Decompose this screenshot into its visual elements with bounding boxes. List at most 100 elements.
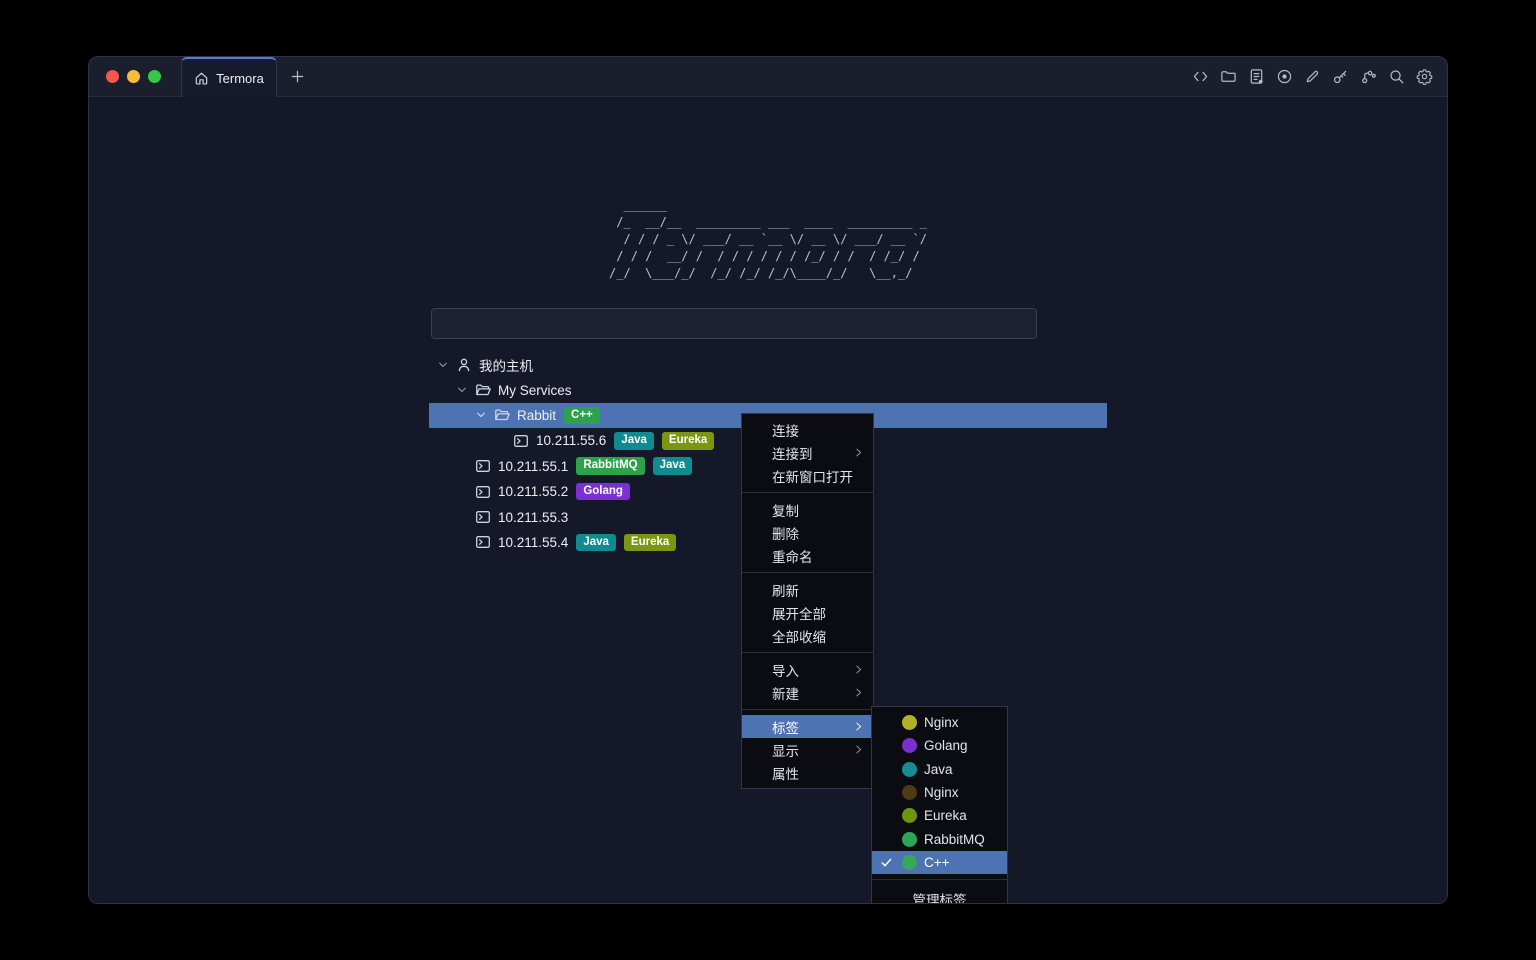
keychain-icon[interactable] — [1360, 68, 1377, 85]
menu-item[interactable]: 导入 — [742, 658, 873, 681]
tag-menu-item-label: Java — [924, 762, 953, 777]
arrow-right-icon — [853, 744, 864, 755]
arrow-right-icon — [853, 721, 864, 732]
manage-tags-item[interactable]: 管理标签 — [872, 885, 1007, 904]
edit-icon[interactable] — [1304, 68, 1321, 85]
menu-item[interactable]: 重命名 — [742, 544, 873, 567]
close-button[interactable] — [106, 70, 119, 83]
tag-menu-item[interactable]: RabbitMQ — [872, 827, 1007, 850]
key-icon[interactable] — [1332, 68, 1349, 85]
tag-menu-item[interactable]: Golang — [872, 734, 1007, 757]
menu-item-label: 属性 — [772, 763, 799, 783]
check-cell — [880, 763, 894, 776]
collapse-all-button[interactable] — [1080, 312, 1102, 334]
terminal-icon — [475, 509, 491, 525]
node-icon-cell — [475, 509, 494, 525]
menu-item[interactable]: 复制 — [742, 498, 873, 521]
terminal-icon — [513, 433, 529, 449]
tab-title: Termora — [216, 71, 264, 86]
tag-menu-item-label: C++ — [924, 855, 950, 870]
tag-menu-item[interactable]: Nginx — [872, 781, 1007, 804]
tag-submenu: Nginx Golang Java Nginx Eureka RabbitMQ C++ 管理标… — [871, 706, 1008, 904]
minimize-button[interactable] — [127, 70, 140, 83]
new-tab-button[interactable] — [277, 57, 317, 96]
menu-item-label: 全部收缩 — [772, 626, 826, 646]
terminal-icon — [475, 534, 491, 550]
tag-badge: Eureka — [662, 432, 714, 450]
tree-row-label: My Services — [498, 383, 572, 398]
tag-color-dot — [902, 715, 917, 730]
menu-item-label: 复制 — [772, 500, 799, 520]
menu-separator — [872, 879, 1007, 880]
record-icon[interactable] — [1276, 68, 1293, 85]
menu-item-label: 新建 — [772, 683, 799, 703]
menu-separator — [742, 492, 873, 493]
chevron-down-icon — [437, 359, 449, 371]
arrow-right-icon — [853, 687, 864, 698]
arrow-right-icon — [853, 664, 864, 675]
terminal-icon — [475, 484, 491, 500]
tag-menu-item[interactable]: Nginx — [872, 711, 1007, 734]
log-icon[interactable] — [1248, 68, 1265, 85]
tag-menu-item[interactable]: C++ — [872, 851, 1007, 874]
chevron-cell[interactable] — [437, 359, 456, 371]
menu-item[interactable]: 刷新 — [742, 578, 873, 601]
menu-item[interactable]: 删除 — [742, 521, 873, 544]
chevron-cell[interactable] — [456, 384, 475, 396]
chevron-down-icon — [475, 409, 487, 421]
menu-item[interactable]: 全部收缩 — [742, 624, 873, 647]
add-host-button[interactable] — [1044, 312, 1066, 334]
node-icon-cell — [475, 484, 494, 500]
ascii-logo: ______ /_ __/__ _________ ___ ____ _____… — [609, 197, 927, 282]
folder-icon[interactable] — [1220, 68, 1237, 85]
menu-item[interactable]: 展开全部 — [742, 601, 873, 624]
quick-connect-input[interactable] — [431, 308, 1037, 339]
tag-color-dot — [902, 855, 917, 870]
context-menu: 连接连接到在新窗口打开复制删除重命名刷新展开全部全部收缩导入新建标签显示属性 — [741, 413, 874, 789]
main-content: ______ /_ __/__ _________ ___ ____ _____… — [89, 97, 1447, 904]
tab-termora[interactable]: Termora — [181, 57, 277, 97]
tree-row-label: 10.211.55.6 — [536, 433, 606, 448]
tag-color-dot — [902, 738, 917, 753]
chevron-down-icon — [456, 384, 468, 396]
tag-menu-item-label: Nginx — [924, 715, 959, 730]
menu-item[interactable]: 在新窗口打开 — [742, 464, 873, 487]
tree-row-label: Rabbit — [517, 408, 556, 423]
settings-icon[interactable] — [1416, 68, 1433, 85]
code-icon[interactable] — [1192, 68, 1209, 85]
menu-item[interactable]: 标签 — [742, 715, 873, 738]
tag-badge: Java — [653, 457, 693, 475]
tree-row[interactable]: 我的主机 — [429, 352, 1107, 377]
chevron-cell[interactable] — [475, 409, 494, 421]
tag-badge: RabbitMQ — [576, 457, 644, 475]
menu-item[interactable]: 属性 — [742, 761, 873, 784]
tag-color-dot — [902, 832, 917, 847]
tag-badge: Eureka — [624, 534, 676, 552]
folder-open-icon — [475, 382, 491, 398]
menu-item-label: 连接 — [772, 420, 799, 440]
tree-row[interactable]: My Services — [429, 377, 1107, 402]
node-icon-cell — [475, 534, 494, 550]
tag-menu-item[interactable]: Java — [872, 758, 1007, 781]
maximize-button[interactable] — [148, 70, 161, 83]
user-icon — [456, 357, 472, 373]
tag-badge: Java — [576, 534, 616, 552]
tree-row-label: 10.211.55.2 — [498, 484, 568, 499]
menu-item-label: 标签 — [772, 717, 799, 737]
search-icon[interactable] — [1388, 68, 1405, 85]
plus-icon — [290, 69, 305, 84]
menu-item[interactable]: 新建 — [742, 681, 873, 704]
menu-item[interactable]: 显示 — [742, 738, 873, 761]
tag-menu-item-label: Nginx — [924, 785, 959, 800]
toolbar — [1192, 57, 1447, 96]
tree-row-label: 10.211.55.1 — [498, 459, 568, 474]
tag-menu-item[interactable]: Eureka — [872, 804, 1007, 827]
menu-item[interactable]: 连接到 — [742, 441, 873, 464]
tree-row-label: 我的主机 — [479, 355, 533, 375]
tag-menu-item-label: RabbitMQ — [924, 832, 985, 847]
check-cell — [880, 716, 894, 729]
terminal-icon — [475, 458, 491, 474]
check-icon — [880, 856, 893, 869]
menu-item[interactable]: 连接 — [742, 418, 873, 441]
node-icon-cell — [475, 458, 494, 474]
